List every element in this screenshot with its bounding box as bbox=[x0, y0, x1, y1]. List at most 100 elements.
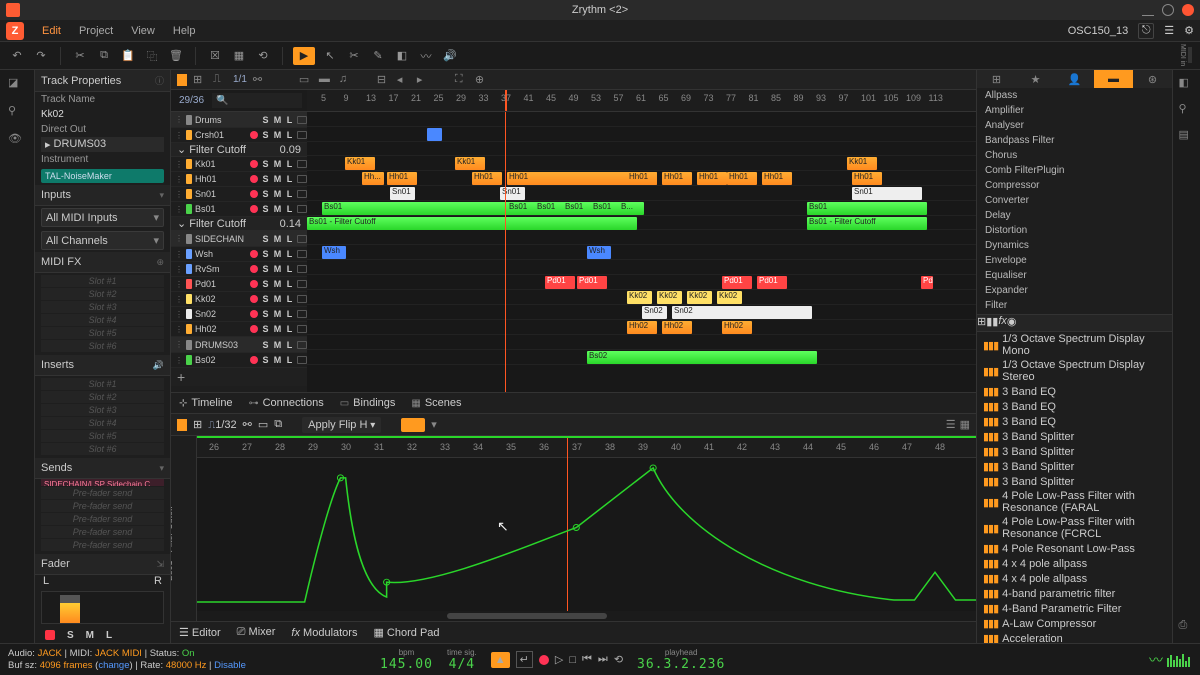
clip[interactable]: Kk02 bbox=[717, 291, 742, 304]
track-row[interactable]: ⋮⋮Bs01SML bbox=[171, 202, 307, 217]
settings-icon[interactable]: ⚙ bbox=[1184, 24, 1194, 37]
pointer-tool-icon[interactable]: ↖ bbox=[321, 47, 339, 65]
menu-view[interactable]: View bbox=[131, 25, 155, 37]
fader-slider[interactable] bbox=[41, 591, 164, 624]
arranger-lane[interactable]: Sn02Sn02 bbox=[307, 305, 976, 320]
plugin-item[interactable]: ▮▮▮3 Band Splitter bbox=[977, 474, 1172, 489]
arranger-lane[interactable]: Hh02Hh02Hh02 bbox=[307, 320, 976, 335]
playhead-line[interactable] bbox=[505, 112, 506, 392]
clip[interactable]: Sn01 bbox=[390, 187, 415, 200]
plugin-category[interactable]: Compressor bbox=[977, 178, 1172, 193]
clip[interactable]: Sn01 bbox=[500, 187, 525, 200]
clip[interactable]: Bs01 bbox=[563, 202, 588, 215]
bpm-value[interactable]: 145.00 bbox=[380, 657, 433, 672]
tab-editor[interactable]: ☰ Editor bbox=[179, 626, 221, 639]
nudge-left-icon[interactable]: ◂ bbox=[397, 73, 411, 87]
plugin-category[interactable]: Dynamics bbox=[977, 238, 1172, 253]
arranger-lane[interactable]: WshWsh bbox=[307, 245, 976, 260]
clip[interactable]: Kk01 bbox=[345, 157, 375, 170]
unselect-icon[interactable]: ☒ bbox=[206, 47, 224, 65]
expand-icon[interactable]: ▾ bbox=[159, 190, 164, 201]
arranger-lane[interactable] bbox=[307, 112, 976, 127]
clip[interactable]: Bs01 bbox=[591, 202, 616, 215]
add-midifx-icon[interactable]: ⊕ bbox=[156, 257, 164, 268]
plugin-item[interactable]: ▮▮▮4 Pole Low-Pass Filter with Resonance… bbox=[977, 489, 1172, 515]
nudge-right-icon[interactable]: ▸ bbox=[417, 73, 431, 87]
inspector-tab-icon[interactable]: ◪ bbox=[8, 76, 26, 94]
automation-lane-header[interactable]: ⌄ Filter Cutoff0.14 bbox=[171, 217, 307, 231]
playhead-value[interactable]: 36.3.2.236 bbox=[637, 657, 725, 672]
clip[interactable]: Bs01 bbox=[507, 202, 532, 215]
clip[interactable]: Hh01 bbox=[472, 172, 502, 185]
plugin-category[interactable]: Delay bbox=[977, 208, 1172, 223]
track-search-input[interactable] bbox=[212, 93, 302, 108]
track-row[interactable]: ⋮⋮Sn02SML bbox=[171, 307, 307, 322]
editor-box1-icon[interactable]: ▭ bbox=[258, 418, 268, 431]
clip[interactable]: Hh01 bbox=[627, 172, 657, 185]
return-button[interactable]: ↵ bbox=[516, 651, 533, 668]
automation-lane-header[interactable]: ⌄ Filter Cutoff0.09 bbox=[171, 143, 307, 157]
send-slot[interactable]: Pre-fader send bbox=[41, 500, 164, 512]
snap-grid-icon[interactable]: ⊞ bbox=[193, 73, 207, 87]
clip[interactable]: Hh02 bbox=[627, 321, 657, 334]
plugin-category[interactable]: Chorus bbox=[977, 148, 1172, 163]
filter-tab-fx[interactable]: fx bbox=[998, 315, 1007, 331]
apply-flip-button[interactable]: Apply Flip H ▾ bbox=[302, 417, 381, 433]
undo-icon[interactable]: ↶ bbox=[8, 47, 26, 65]
delete-icon[interactable]: 🗑 bbox=[167, 47, 185, 65]
midi-inputs-combo[interactable]: All MIDI Inputs▾ bbox=[41, 208, 164, 227]
sends-expand-icon[interactable]: ▾ bbox=[159, 463, 164, 474]
clip[interactable]: Sn01 bbox=[852, 187, 922, 200]
editor-link-icon[interactable]: ⚯ bbox=[243, 418, 252, 431]
editor-box2-icon[interactable]: ⧉ bbox=[274, 418, 282, 431]
tab-chordpad[interactable]: ▦ Chord Pad bbox=[373, 626, 439, 639]
clip[interactable]: Bs01 bbox=[535, 202, 560, 215]
track-row[interactable]: ⋮⋮SIDECHAINSML bbox=[171, 231, 307, 247]
plugin-item[interactable]: ▮▮▮Acceleration bbox=[977, 631, 1172, 643]
automation-curve[interactable]: ↖ bbox=[197, 458, 976, 607]
clip[interactable]: Kk01 bbox=[847, 157, 877, 170]
clip[interactable]: Pd01 bbox=[545, 276, 575, 289]
arranger-lane[interactable]: Hh...Hh01Hh01Hh01Hh01Hh01Hh01Hh01Hh01Hh0… bbox=[307, 171, 976, 186]
logo-icon[interactable]: Z bbox=[6, 22, 24, 40]
eraser-tool-icon[interactable]: ◧ bbox=[393, 47, 411, 65]
plugin-category[interactable]: Allpass bbox=[977, 88, 1172, 103]
clip[interactable]: Pd01 bbox=[577, 276, 607, 289]
object-icon[interactable]: ▬ bbox=[319, 73, 333, 87]
link-icon[interactable]: ⚯ bbox=[253, 73, 267, 87]
plugin-browser-tab-icon[interactable]: ⚲ bbox=[1179, 102, 1195, 118]
insert-slot[interactable]: Slot #4 bbox=[41, 417, 164, 429]
browser-tab-author[interactable]: 👤 bbox=[1055, 70, 1094, 88]
plugin-category[interactable]: Expander bbox=[977, 283, 1172, 298]
arranger-lane[interactable]: Pd01Pd01Pd01Pd01Pd01 bbox=[307, 275, 976, 290]
monitor-tab-icon[interactable]: ◧ bbox=[1179, 76, 1195, 92]
send-slot-active[interactable]: SIDECHAIN/LSP Sidechain Compresso... bbox=[41, 479, 164, 486]
clip[interactable]: Hh01 bbox=[727, 172, 757, 185]
tab-connections[interactable]: ⊶ Connections bbox=[249, 397, 324, 409]
clip[interactable]: B... bbox=[619, 202, 644, 215]
clip[interactable]: Hh01 bbox=[697, 172, 727, 185]
arranger[interactable]: Kk01Kk01Kk01Hh...Hh01Hh01Hh01Hh01Hh01Hh0… bbox=[307, 112, 976, 392]
filter-tab-4[interactable]: ◉ bbox=[1007, 315, 1017, 331]
clip[interactable]: Hh01 bbox=[387, 172, 417, 185]
clip[interactable]: Kk02 bbox=[657, 291, 682, 304]
track-row[interactable]: ⋮⋮Kk02SML bbox=[171, 292, 307, 307]
clip[interactable]: Hh01 bbox=[762, 172, 792, 185]
clip[interactable]: Hh01 bbox=[852, 172, 882, 185]
channels-combo[interactable]: All Channels▾ bbox=[41, 231, 164, 250]
arranger-lane[interactable] bbox=[307, 142, 976, 156]
maximize-icon[interactable] bbox=[1162, 4, 1174, 16]
track-row[interactable]: ⋮⋮Hh01SML bbox=[171, 172, 307, 187]
plugin-category[interactable]: Equaliser bbox=[977, 268, 1172, 283]
tab-timeline[interactable]: ⊹ Timeline bbox=[179, 397, 233, 409]
browser-tab-protocol[interactable]: ⊛ bbox=[1133, 70, 1172, 88]
midifx-slot[interactable]: Slot #4 bbox=[41, 314, 164, 326]
midifx-slot[interactable]: Slot #6 bbox=[41, 340, 164, 352]
menu-help[interactable]: Help bbox=[173, 25, 196, 37]
plugin-category[interactable]: Envelope bbox=[977, 253, 1172, 268]
ramp-tool-icon[interactable]: 〰 bbox=[417, 47, 435, 65]
clip[interactable]: Hh02 bbox=[722, 321, 752, 334]
clip[interactable]: Wsh bbox=[322, 246, 346, 259]
arranger-lane[interactable] bbox=[307, 335, 976, 350]
snap-toggle-icon[interactable] bbox=[177, 74, 187, 86]
